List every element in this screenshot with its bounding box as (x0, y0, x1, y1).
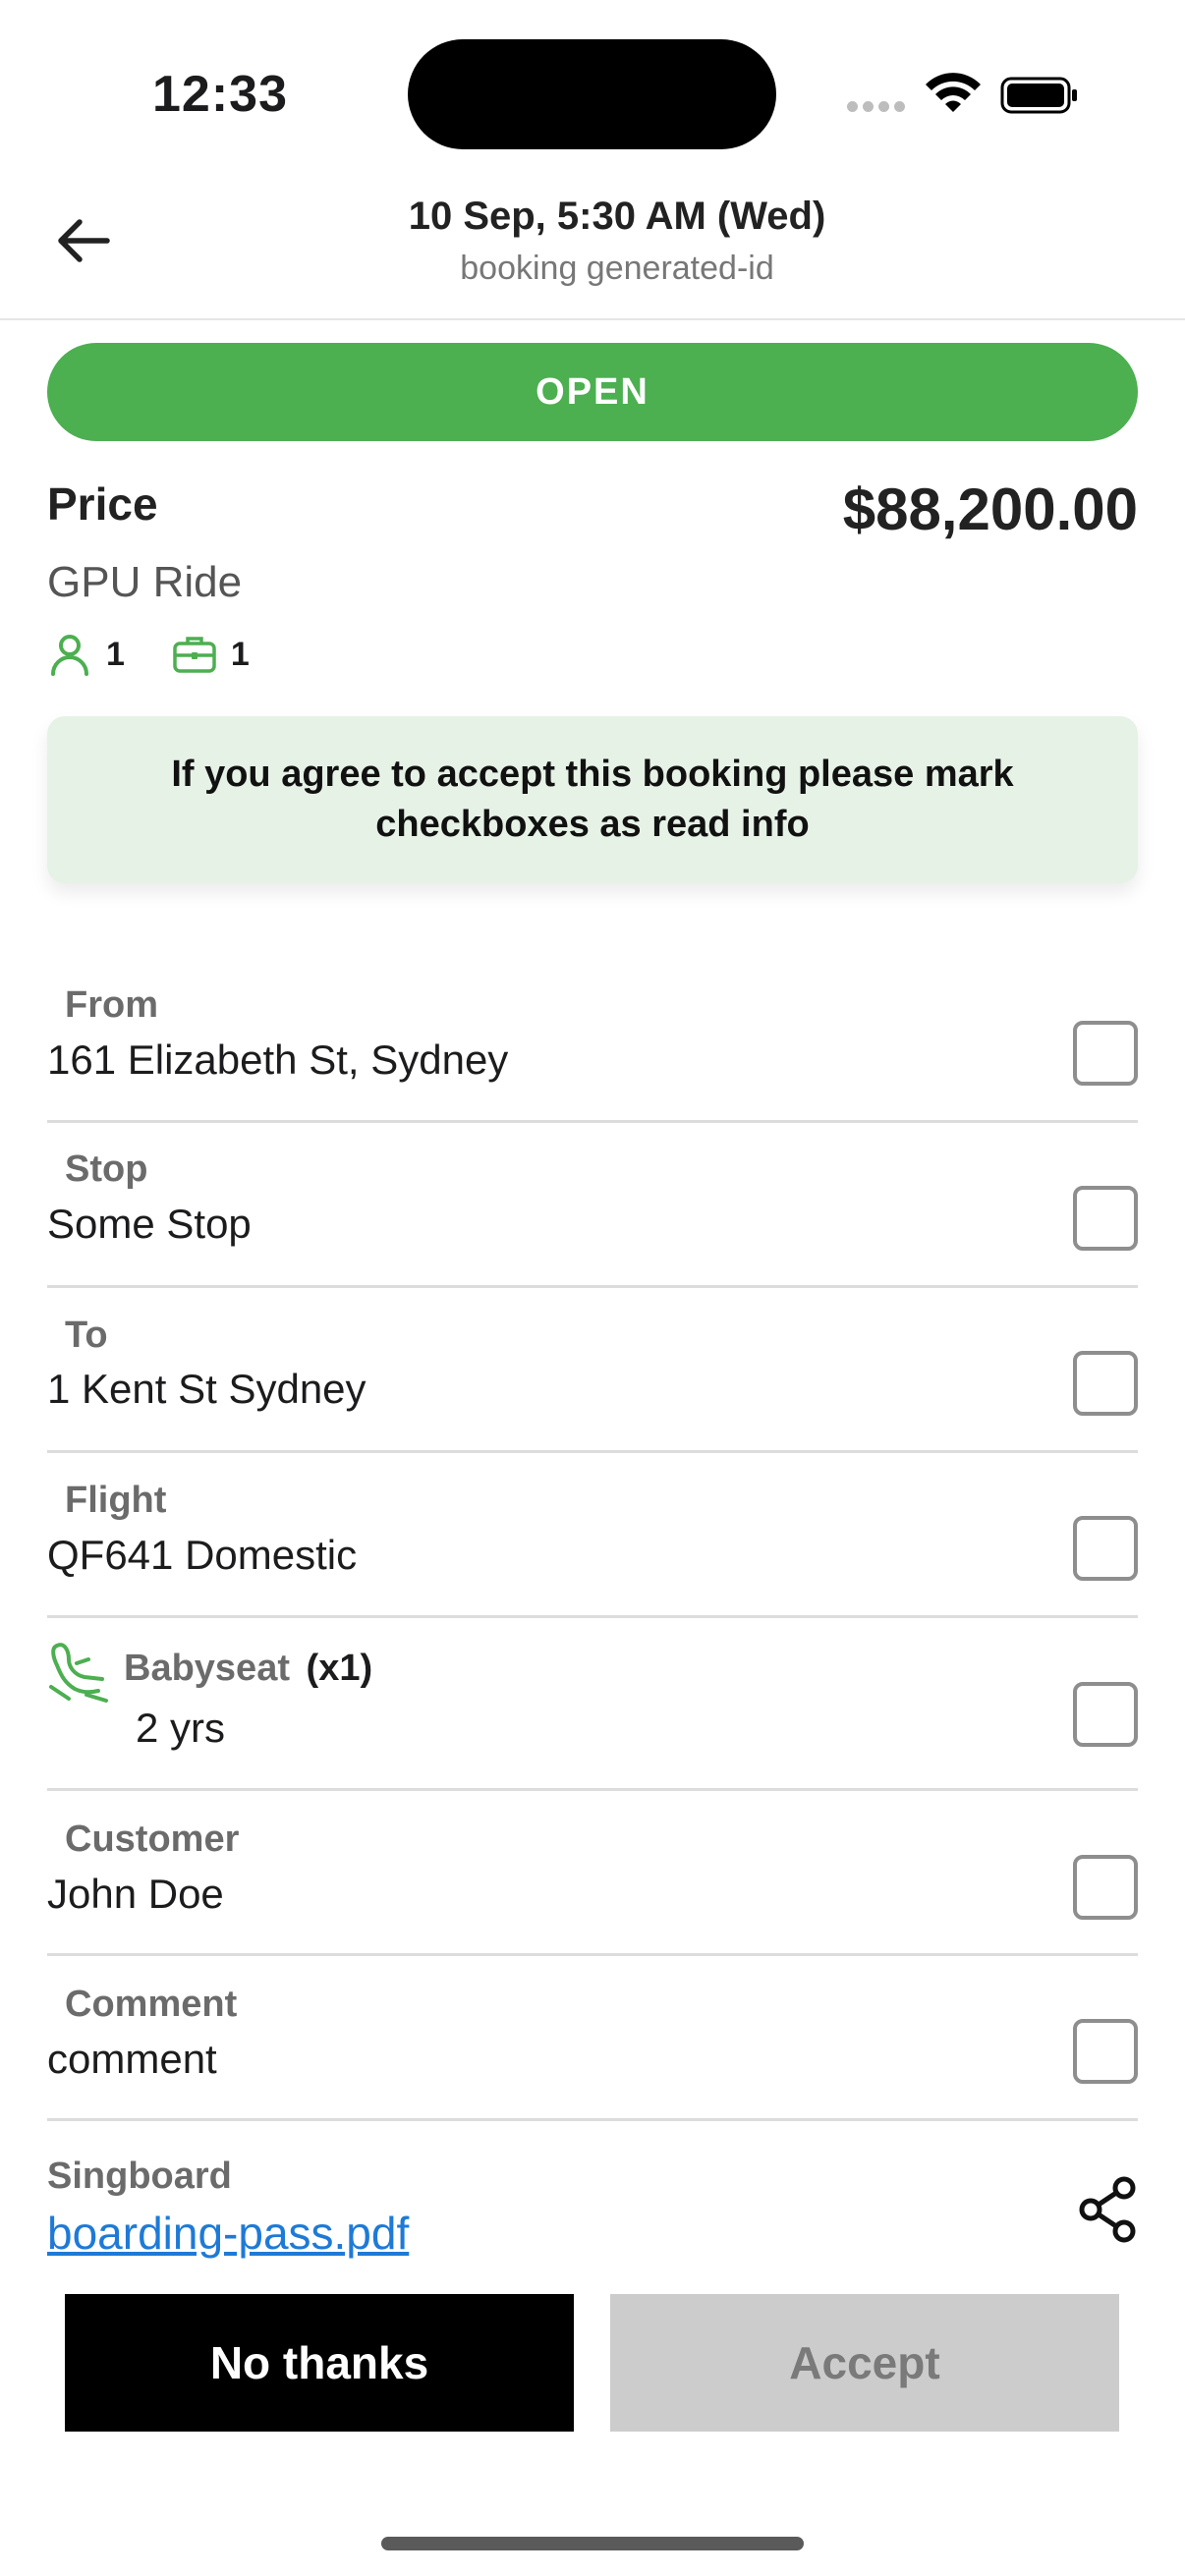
stop-address: Some Stop (47, 1201, 252, 1247)
comment-text: comment (47, 2036, 217, 2082)
comment-checkbox[interactable] (1073, 2019, 1138, 2084)
passenger-count: 1 (106, 635, 125, 673)
status-bar: 12:33 (0, 0, 1185, 177)
decline-button[interactable]: No thanks (65, 2294, 574, 2432)
booking-id: booking generated-id (460, 250, 774, 287)
price-label: Price (47, 478, 158, 530)
to-address: 1 Kent St Sydney (47, 1366, 367, 1412)
capacity-summary: 1 1 (47, 632, 250, 677)
flight-number: QF641 Domestic (47, 1532, 358, 1578)
customer-checkbox[interactable] (1073, 1855, 1138, 1920)
signboard-file-link[interactable]: boarding-pass.pdf (47, 2207, 409, 2260)
stop-label: Stop (65, 1148, 148, 1190)
row-stop: Stop Some Stop (47, 1123, 1138, 1288)
ride-type: GPU Ride (47, 558, 243, 606)
luggage-count: 1 (230, 635, 250, 673)
accept-button[interactable]: Accept (610, 2294, 1119, 2432)
booking-datetime: 10 Sep, 5:30 AM (Wed) (408, 195, 826, 238)
row-customer: Customer John Doe (47, 1791, 1138, 1956)
status-badge: OPEN (47, 343, 1138, 441)
row-comment: Comment comment (47, 1956, 1138, 2121)
babyseat-label: Babyseat (124, 1648, 290, 1689)
battery-icon (1000, 77, 1077, 114)
row-from: From 161 Elizabeth St, Sydney (47, 958, 1138, 1123)
wifi-icon (926, 73, 981, 112)
babyseat-checkbox[interactable] (1073, 1682, 1138, 1747)
flight-label: Flight (65, 1480, 167, 1521)
babyseat-heading: Babyseat (x1) (124, 1648, 372, 1690)
stop-checkbox[interactable] (1073, 1186, 1138, 1251)
cellular-signal-icon (847, 101, 905, 112)
flight-checkbox[interactable] (1073, 1516, 1138, 1581)
briefcase-icon (173, 637, 216, 673)
to-checkbox[interactable] (1073, 1351, 1138, 1416)
share-icon[interactable] (1077, 2175, 1140, 2244)
from-address: 161 Elizabeth St, Sydney (47, 1036, 509, 1083)
row-to: To 1 Kent St Sydney (47, 1288, 1138, 1453)
babyseat-quantity: (x1) (306, 1648, 373, 1689)
to-label: To (65, 1315, 108, 1356)
dynamic-island (408, 39, 776, 149)
customer-name: John Doe (47, 1871, 224, 1917)
baby-seat-icon (49, 1643, 108, 1703)
home-indicator (381, 2537, 804, 2550)
row-babyseat: Babyseat (x1) 2 yrs (47, 1618, 1138, 1791)
row-flight: Flight QF641 Domestic (47, 1453, 1138, 1618)
from-checkbox[interactable] (1073, 1021, 1138, 1086)
status-time: 12:33 (152, 66, 288, 123)
accept-instructions: If you agree to accept this booking plea… (47, 716, 1138, 883)
from-label: From (65, 984, 158, 1026)
comment-label: Comment (65, 1984, 238, 2025)
header: 10 Sep, 5:30 AM (Wed) booking generated-… (0, 177, 1185, 320)
person-icon (51, 635, 88, 676)
customer-label: Customer (65, 1819, 240, 1860)
babyseat-age: 2 yrs (136, 1705, 226, 1751)
signboard-label: Singboard (47, 2156, 232, 2197)
price-value: $88,200.00 (842, 476, 1138, 542)
